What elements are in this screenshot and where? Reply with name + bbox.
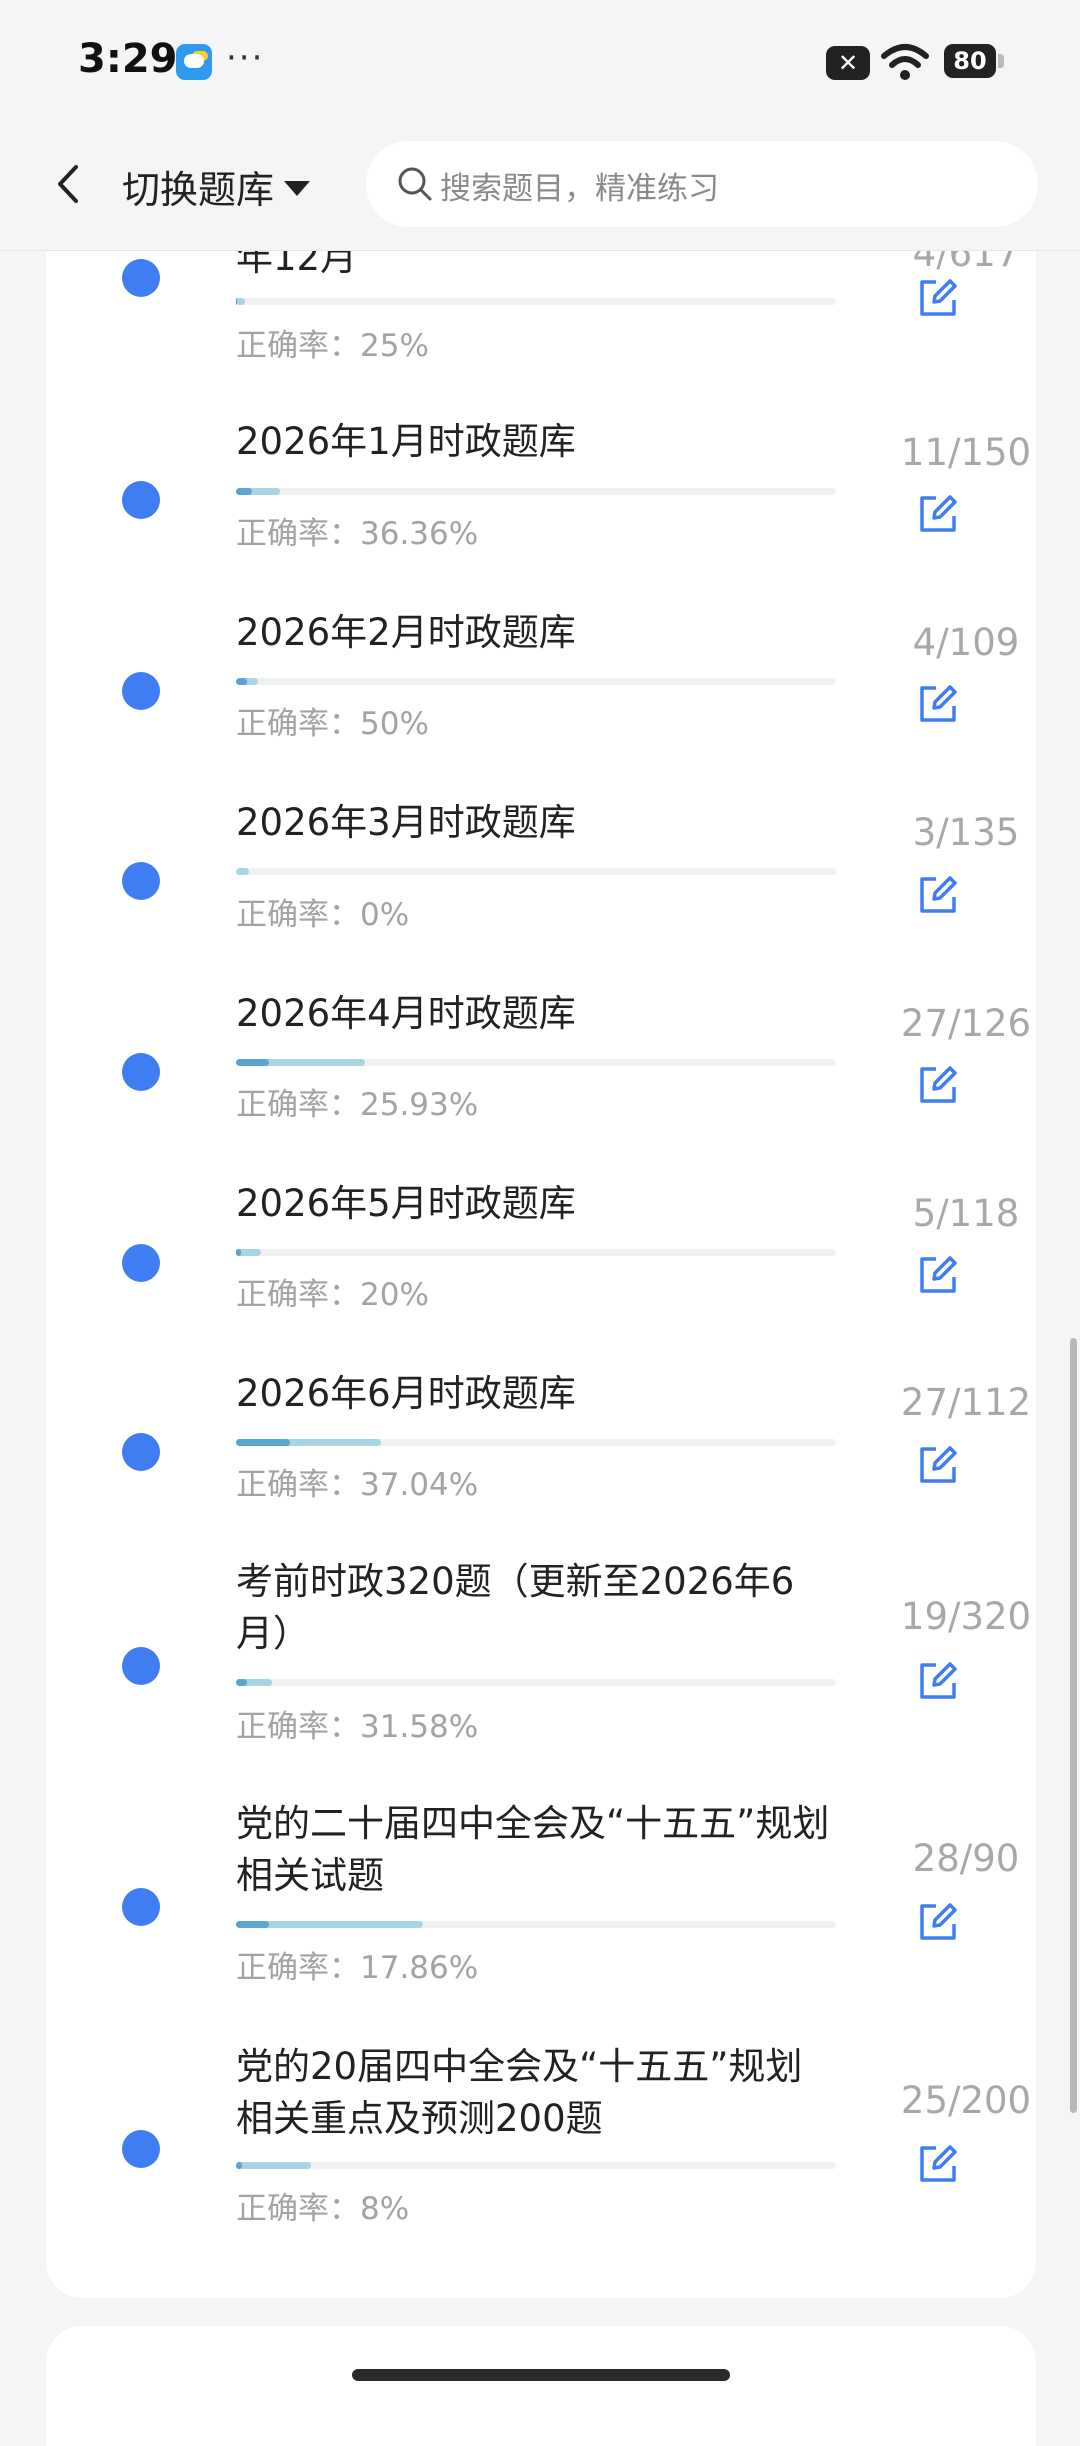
progress-bar <box>236 1249 836 1256</box>
progress-correct-fill <box>236 2162 242 2169</box>
bank-title: 2026年3月时政题库 <box>236 801 576 844</box>
progress-bar <box>236 298 836 305</box>
accuracy-label: 正确率：25% <box>236 328 429 364</box>
progress-done-fill <box>236 298 245 305</box>
bank-title: 考前时政320题（更新至2026年6月） <box>236 1560 795 1655</box>
progress-count: 5/118 <box>912 1192 1020 1235</box>
progress-correct-fill <box>236 298 237 305</box>
progress-done-fill <box>236 868 250 875</box>
status-dot <box>122 862 160 900</box>
progress-count: 19/320 <box>900 1595 1032 1638</box>
bank-title: 2026年4月时政题库 <box>236 992 576 1035</box>
search-input[interactable]: 搜索题目，精准练习 <box>366 141 1038 227</box>
accuracy-label: 正确率：17.86% <box>236 1950 479 1986</box>
accuracy-label: 正确率：50% <box>236 706 429 742</box>
status-dot <box>122 481 160 519</box>
accuracy-label: 正确率：8% <box>236 2191 410 2227</box>
edit-practice-icon[interactable] <box>916 492 960 536</box>
accuracy-label: 正确率：20% <box>236 1277 429 1313</box>
progress-bar <box>236 678 836 685</box>
status-dot <box>122 2130 160 2168</box>
edit-practice-icon[interactable] <box>916 1443 960 1487</box>
back-button[interactable] <box>44 159 94 209</box>
bank-title: 2026年6月时政题库 <box>236 1372 576 1415</box>
progress-bar <box>236 1059 836 1066</box>
progress-correct-fill <box>236 1921 270 1928</box>
accuracy-label: 正确率：0% <box>236 897 410 933</box>
edit-practice-icon[interactable] <box>916 682 960 726</box>
status-time: 3:29 <box>78 36 178 82</box>
search-placeholder: 搜索题目，精准练习 <box>440 171 719 207</box>
status-dot <box>122 1433 160 1471</box>
progress-correct-fill <box>236 1439 290 1446</box>
battery-icon: 80 <box>944 44 1004 78</box>
progress-done-fill <box>236 2162 311 2169</box>
bank-title: 2026年2月时政题库 <box>236 611 576 654</box>
question-bank-list: 年12月正确率：25% 4/617 2026年1月时政题库正确率：36.36% 11/… <box>46 250 1036 2298</box>
progress-bar <box>236 1921 836 1928</box>
status-dot <box>122 1888 160 1926</box>
wifi-icon <box>881 44 929 80</box>
edit-practice-icon[interactable] <box>916 1659 960 1703</box>
progress-count: 4/109 <box>912 621 1020 664</box>
search-icon <box>398 167 432 201</box>
progress-correct-fill <box>236 488 252 495</box>
progress-bar <box>236 868 836 875</box>
progress-count: 27/112 <box>900 1381 1032 1424</box>
edit-practice-icon[interactable] <box>916 1063 960 1107</box>
accuracy-label: 正确率：37.04% <box>236 1467 479 1503</box>
progress-count: 4/617 <box>912 250 1020 275</box>
edit-practice-icon[interactable] <box>916 1900 960 1944</box>
progress-bar <box>236 1439 836 1446</box>
accuracy-label: 正确率：36.36% <box>236 516 479 552</box>
next-section-card <box>46 2326 1036 2446</box>
progress-bar <box>236 488 836 495</box>
weather-app-icon <box>176 44 212 80</box>
edit-practice-icon[interactable] <box>916 276 960 320</box>
status-dot <box>122 672 160 710</box>
bank-title: 2026年1月时政题库 <box>236 420 576 463</box>
progress-correct-fill <box>236 1059 270 1066</box>
bank-title: 2026年5月时政题库 <box>236 1182 576 1225</box>
scrollbar[interactable] <box>1070 1338 1077 2113</box>
accuracy-label: 正确率：31.58% <box>236 1709 479 1745</box>
edit-practice-icon[interactable] <box>916 1253 960 1297</box>
close-badge-icon: ✕ <box>826 46 870 80</box>
switch-bank-label: 切换题库 <box>122 168 275 212</box>
status-dot <box>122 259 160 297</box>
caret-down-icon <box>284 181 311 196</box>
edit-practice-icon[interactable] <box>916 2142 960 2186</box>
bank-title: 年12月 <box>236 250 358 279</box>
progress-count: 28/90 <box>912 1837 1020 1880</box>
status-dot <box>122 1647 160 1685</box>
progress-correct-fill <box>236 1249 242 1256</box>
progress-correct-fill <box>236 1679 248 1686</box>
status-dot <box>122 1244 160 1282</box>
progress-count: 3/135 <box>912 811 1020 854</box>
progress-bar <box>236 1679 836 1686</box>
progress-count: 25/200 <box>900 2079 1032 2122</box>
progress-count: 11/150 <box>900 431 1032 474</box>
progress-count: 27/126 <box>900 1002 1032 1045</box>
accuracy-label: 正确率：25.93% <box>236 1087 479 1123</box>
switch-bank-dropdown[interactable]: 切换题库 <box>122 159 311 214</box>
more-notifications-icon: ··· <box>226 38 265 78</box>
top-bar: 切换题库 搜索题目，精准练习 <box>0 125 1080 251</box>
home-indicator <box>352 2369 730 2381</box>
bank-title: 党的20届四中全会及“十五五”规划相关重点及预测200题 <box>236 2045 803 2140</box>
status-bar: 3:29 ··· ✕ 80 <box>0 0 1080 125</box>
bank-title: 党的二十届四中全会及“十五五”规划相关试题 <box>236 1802 830 1897</box>
progress-bar <box>236 2162 836 2169</box>
status-dot <box>122 1053 160 1091</box>
progress-correct-fill <box>236 678 247 685</box>
edit-practice-icon[interactable] <box>916 873 960 917</box>
